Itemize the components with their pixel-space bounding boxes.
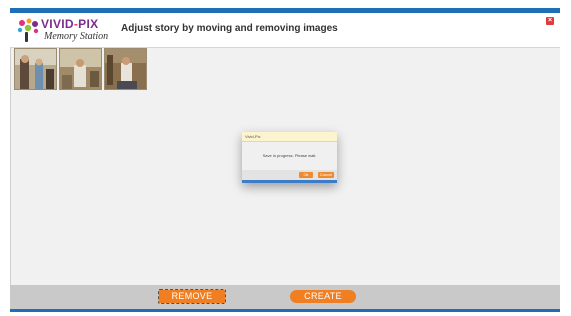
bottom-accent-bar	[10, 309, 560, 312]
app-window: VIVID-PIX Memory Station Adjust story by…	[10, 8, 560, 312]
photo-icon	[60, 49, 101, 89]
create-button[interactable]: CREATE	[290, 290, 356, 303]
story-workspace: Vivid-Pix Save in progress. Please wait.…	[10, 48, 560, 285]
photo-icon	[15, 49, 56, 89]
dialog-footer: Ok Cancel	[242, 170, 337, 180]
action-footer: REMOVE CREATE	[10, 285, 560, 309]
logo-brand-text: VIVID-PIX	[41, 17, 99, 31]
logo-burst-icon	[17, 18, 39, 42]
header-bar: VIVID-PIX Memory Station Adjust story by…	[10, 13, 560, 48]
dialog-title: Vivid-Pix	[242, 132, 337, 142]
app-logo: VIVID-PIX Memory Station	[16, 15, 126, 45]
dialog-ok-button[interactable]: Ok	[299, 172, 313, 178]
save-dialog: Vivid-Pix Save in progress. Please wait.…	[242, 132, 337, 183]
logo-subtitle: Memory Station	[44, 31, 109, 42]
remove-button[interactable]: REMOVE	[158, 289, 226, 304]
dialog-cancel-button[interactable]: Cancel	[318, 172, 334, 178]
close-button[interactable]: ×	[546, 17, 554, 25]
close-icon: ×	[547, 17, 553, 24]
image-thumbnail-1[interactable]	[14, 48, 57, 90]
image-thumbnail-2[interactable]	[59, 48, 102, 90]
page-title: Adjust story by moving and removing imag…	[121, 23, 338, 34]
image-thumbnail-3[interactable]	[104, 48, 147, 90]
dialog-accent-bar	[242, 180, 337, 183]
image-strip	[14, 48, 147, 90]
photo-icon	[105, 49, 146, 89]
dialog-message: Save in progress. Please wait.	[242, 142, 337, 170]
